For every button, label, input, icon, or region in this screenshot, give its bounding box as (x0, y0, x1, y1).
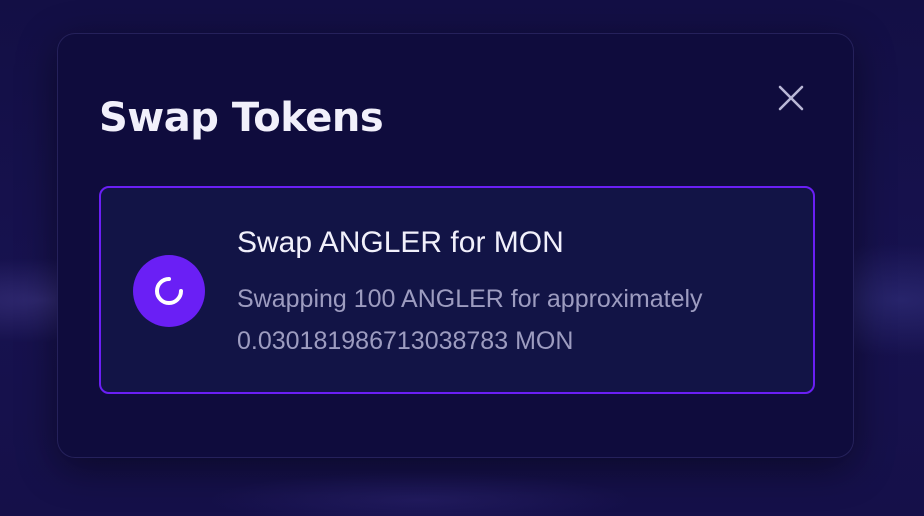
swap-status-description: Swapping 100 ANGLER for approximately 0.… (237, 278, 797, 362)
swap-status-card: Swap ANGLER for MON Swapping 100 ANGLER … (99, 186, 815, 394)
swap-tokens-modal: Swap Tokens Swap ANGLER for MON Swapping… (57, 33, 854, 458)
swap-description-line-1: Swapping 100 ANGLER for approximately (237, 285, 703, 313)
swap-status-title: Swap ANGLER for MON (237, 226, 564, 259)
loading-spinner-icon (133, 255, 205, 327)
swap-description-line-2: 0.030181986713038783 MON (237, 327, 574, 355)
close-button[interactable] (773, 80, 809, 116)
close-icon (773, 80, 809, 116)
modal-title: Swap Tokens (99, 95, 384, 141)
